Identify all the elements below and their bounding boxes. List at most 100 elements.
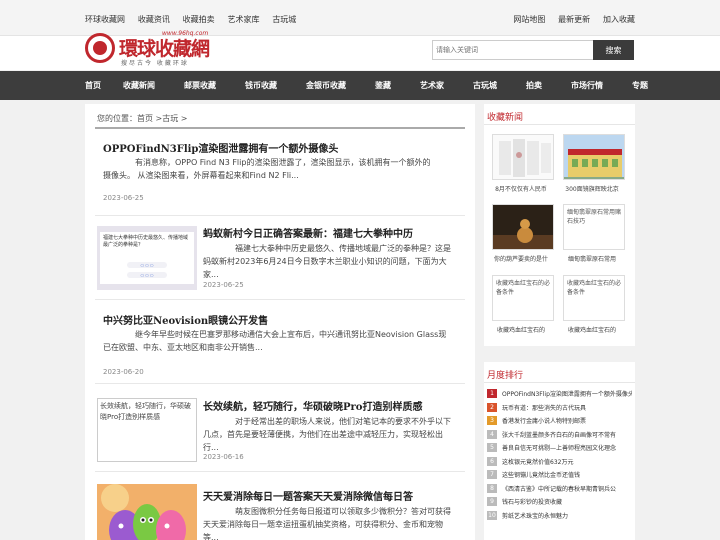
nav-item-artists[interactable]: 艺术家 [420,80,444,91]
top-link-news[interactable]: 收藏资讯 [138,15,170,24]
news-thumbnail[interactable] [492,134,554,180]
rank-number: 8 [487,483,497,493]
sidebar-news-item[interactable]: 8月不仅仅有人民币 [488,134,554,193]
top-link-auction[interactable]: 收藏拍卖 [183,15,215,24]
ranking-item[interactable]: 1 OPPOFindN3Flip渲染图泄露拥有一个额外摄像头 [487,387,632,401]
ranking-item[interactable]: 3 香港发行金庸小说人物特别邮票 [487,414,632,428]
ranking-item-title[interactable]: OPPOFindN3Flip渲染图泄露拥有一个额外摄像头 [502,389,632,398]
ranking-item[interactable]: 5 善良自信无可挑剔—上善师程亮园文化理念 [487,441,632,455]
rank-number: 9 [487,497,497,507]
logo-url: www.96hq.com [162,30,209,37]
ranking-item[interactable]: 2 玩币有道：那些消失的古代玩具 [487,401,632,415]
ranking-heading: 月度排行 [484,362,635,383]
ranking-item-title[interactable]: 张大千刮蓝墨颜多齐白石的自画像可不常有 [502,430,616,439]
ranking-item-title[interactable]: 玩币有道：那些消失的古代玩具 [502,403,586,412]
ranking-item[interactable]: 6 这枚银元竟然价值632万元 [487,455,632,469]
search-button[interactable]: 搜索 [593,40,634,60]
article-item: 天天爱消除每日一题答案天天爱消除微信每日答 萌友图微积分任务每日报道可以领取多少… [95,472,465,540]
main-nav: 首页 收藏新闻 邮票收藏 钱币收藏 金银币收藏 鉴藏 艺术家 古玩城 拍卖 市场… [0,71,720,100]
nav-item-coins[interactable]: 钱币收藏 [245,80,277,91]
ranking-item[interactable]: 8 《西清古鉴》中所记载的春秋早期青铜兵公 [487,482,632,496]
news-thumbnail-alt: 收藏鸡血红宝石的必备条件 [496,280,551,296]
ranking-item[interactable]: 9 钱石与彩钞的投资收藏 [487,495,632,509]
news-caption[interactable]: 300面镜旗辉映北京 [559,184,625,193]
ranking-item-title[interactable]: 香港发行金庸小说人物特别邮票 [502,416,586,425]
news-caption[interactable]: 收藏鸡血红宝石的 [559,325,625,334]
article-title[interactable]: 中兴努比亚Neovision眼镜公开发售 [103,312,268,327]
news-thumbnail[interactable] [492,204,554,250]
sidebar-news-item[interactable]: 你的葫芦要卖的是什 [488,204,554,263]
article-date: 2023-06-20 [103,368,144,376]
ranking-item-title[interactable]: 这些钢镚儿竟然比金币还值钱 [502,470,580,479]
article-summary: 有消息称，OPPO Find N3 Flip的渲染图泄露了，渲染图显示，该机拥有… [103,158,431,180]
sidebar-news-heading: 收藏新闻 [484,104,635,125]
ranking-item-title[interactable]: 善良自信无可挑剔—上善师程亮园文化理念 [502,443,616,452]
rank-number: 6 [487,456,497,466]
nav-item-topics[interactable]: 专题 [632,80,648,91]
article-thumbnail[interactable]: 长效续航，轻巧随行，华硕破晓Pro打造别样质感 [97,398,197,462]
ranking-item[interactable]: 4 张大千刮蓝墨颜多齐白石的自画像可不常有 [487,428,632,442]
article-title[interactable]: 蚂蚁新村今日正确答案最新：福建七大拳种中历 [203,225,413,240]
top-link-antiques[interactable]: 古玩城 [272,15,296,24]
ranking-item[interactable]: 10 剪纸艺术珠宝的永恒魅力 [487,509,632,523]
news-thumbnail[interactable]: 收藏鸡血红宝石的必备条件 [492,275,554,321]
nav-item-appraisal[interactable]: 鉴藏 [375,80,391,91]
article-title[interactable]: 长效续航，轻巧随行，华硕破晓Pro打造别样质感 [203,398,422,413]
article-item: ○ ○ ○ ○ ○ ○ 福建七大拳种中历史最悠久、传播地域最广泛的拳种是？ 蚂蚁… [95,216,465,300]
breadcrumb: 您的位置：首页 >古玩 > [97,114,188,123]
sidebar-news-item[interactable]: 缅甸翡翠原石常用赌石技巧 缅甸翡翠原石常用 [559,204,625,263]
sidebar-news-item[interactable]: 收藏鸡血红宝石的必备条件 收藏鸡血红宝石的 [488,275,554,334]
sidebar-news-item[interactable]: 300面镜旗辉映北京 [559,134,625,193]
ranking-item[interactable]: 7 这些钢镚儿竟然比金币还值钱 [487,468,632,482]
ranking-item-title[interactable]: 剪纸艺术珠宝的永恒魅力 [502,511,568,520]
svg-text:○ ○ ○: ○ ○ ○ [140,263,154,268]
top-link-sitemap[interactable]: 网站地图 [513,15,545,24]
breadcrumb-divider [95,127,465,129]
news-thumbnail[interactable]: 收藏鸡血红宝石的必备条件 [563,275,625,321]
news-caption[interactable]: 收藏鸡血红宝石的 [488,325,554,334]
sidebar-news-item[interactable]: 收藏鸡血红宝石的必备条件 收藏鸡血红宝石的 [559,275,625,334]
article-summary: 对于经常出差的职场人来说，他们对笔记本的要求不外乎以下几点，首先是要轻薄便携，为… [203,417,451,452]
site-logo[interactable]: 環球收藏網 www.96hq.com 搜尽古今 收藏环球 [85,30,225,70]
sidebar-ranking-panel: 月度排行 1 OPPOFindN3Flip渲染图泄露拥有一个额外摄像头 2 玩币有道… [484,362,635,540]
ranking-item-title[interactable]: 这枚银元竟然价值632万元 [502,457,573,466]
nav-item-market[interactable]: 市场行情 [571,80,603,91]
news-caption[interactable]: 缅甸翡翠原石常用 [559,254,625,263]
article-item: 中兴努比亚Neovision眼镜公开发售 继今年早些时候在巴塞罗那移动通信大会上… [95,300,465,384]
ranking-item-title[interactable]: 钱石与彩钞的投资收藏 [502,497,562,506]
top-link-artists[interactable]: 艺术家库 [227,15,259,24]
news-caption[interactable]: 8月不仅仅有人民币 [488,184,554,193]
rank-number: 10 [487,510,497,520]
nav-item-news[interactable]: 收藏新闻 [123,80,155,91]
rank-number: 2 [487,402,497,412]
sidebar-news-panel: 收藏新闻 8月不仅仅有人民币 300面镜旗辉映北京 你的葫芦要卖的是什 缅甸翡翠… [484,104,635,346]
top-link-favorite[interactable]: 加入收藏 [603,15,635,24]
article-list-panel: 您的位置：首页 >古玩 > OPPOFindN3Flip渲染图泄露拥有一个额外摄… [85,104,475,540]
nav-item-gold-silver-coins[interactable]: 金银币收藏 [306,80,346,91]
article-date: 2023-06-25 [103,194,144,202]
article-thumbnail[interactable]: ○ ○ ○ ○ ○ ○ 福建七大拳种中历史最悠久、传播地域最广泛的拳种是？ [97,226,197,290]
ranking-item-title[interactable]: 《西清古鉴》中所记载的春秋早期青铜兵公 [502,484,616,493]
nav-item-auction[interactable]: 拍卖 [526,80,542,91]
article-thumbnail[interactable] [97,484,197,540]
search-input[interactable] [432,40,593,60]
nav-item-antique-city[interactable]: 古玩城 [473,80,497,91]
ranking-list: 1 OPPOFindN3Flip渲染图泄露拥有一个额外摄像头 2 玩币有道：那些消失… [484,383,635,522]
thumbnail-question-text: 福建七大拳种中历史最悠久、传播地域最广泛的拳种是？ [103,235,189,248]
article-summary: 福建七大拳种中历史最悠久、传播地域最广泛的拳种是？这是蚂蚁新村2023年6月24… [203,244,451,279]
logo-name: 環球收藏網 [119,38,210,60]
article-title[interactable]: 天天爱消除每日一题答案天天爱消除微信每日答 [203,488,413,503]
article-item: 长效续航，轻巧随行，华硕破晓Pro打造别样质感 长效续航，轻巧随行，华硕破晓Pr… [95,384,465,472]
nav-item-home[interactable]: 首页 [85,80,101,91]
logo-emblem-icon [85,33,115,63]
rank-number: 5 [487,443,497,453]
news-caption[interactable]: 你的葫芦要卖的是什 [488,254,554,263]
top-link-latest[interactable]: 最新更新 [558,15,590,24]
news-thumbnail[interactable]: 缅甸翡翠原石常用赌石技巧 [563,204,625,250]
nav-item-stamps[interactable]: 邮票收藏 [184,80,216,91]
news-thumbnail[interactable] [563,134,625,180]
top-link-home[interactable]: 环球收藏网 [85,15,125,24]
search-box: 搜索 [432,40,634,60]
svg-text:○ ○ ○: ○ ○ ○ [140,273,154,278]
article-title[interactable]: OPPOFindN3Flip渲染图泄露拥有一个额外摄像头 [103,140,338,155]
